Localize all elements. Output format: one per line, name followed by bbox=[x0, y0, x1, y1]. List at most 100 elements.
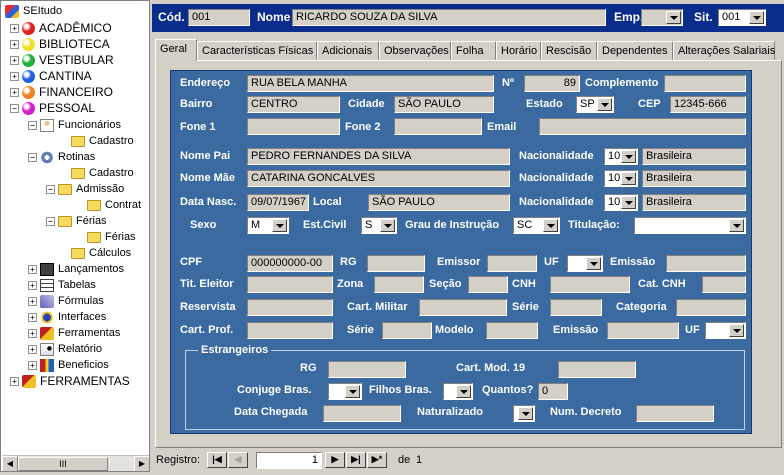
scroll-right-button[interactable]: ▶ bbox=[134, 456, 149, 471]
expand-icon[interactable]: + bbox=[10, 376, 19, 386]
prev-record-button[interactable]: ◀ bbox=[228, 452, 248, 468]
collapse-icon[interactable]: − bbox=[46, 184, 55, 194]
first-record-button[interactable]: |◀ bbox=[207, 452, 227, 468]
collapse-icon[interactable]: − bbox=[28, 152, 37, 162]
nac-mae-select[interactable]: 10 bbox=[604, 170, 638, 187]
tree-node-calculos[interactable]: Cálculos bbox=[71, 245, 131, 261]
collapse-icon[interactable]: − bbox=[46, 216, 55, 226]
tree-node-ferramentas-root[interactable]: + FERRAMENTAS bbox=[10, 373, 130, 389]
tab-4[interactable]: Folha bbox=[451, 41, 496, 60]
chevron-down-icon[interactable] bbox=[345, 385, 360, 398]
serie-field[interactable] bbox=[550, 299, 602, 316]
tab-0[interactable]: Geral bbox=[155, 39, 197, 61]
tree-node-financeiro[interactable]: + FINANCEIRO bbox=[10, 84, 113, 100]
sit-select[interactable]: 001 bbox=[718, 9, 766, 26]
data-chegada-field[interactable] bbox=[323, 405, 401, 422]
tree-node-rotinas[interactable]: − Rotinas bbox=[28, 149, 95, 165]
scroll-thumb[interactable]: III bbox=[18, 457, 108, 471]
chevron-down-icon[interactable] bbox=[666, 11, 681, 24]
tab-1[interactable]: Características Físicas bbox=[197, 41, 317, 60]
tree-node-academico[interactable]: + ACADÊMICO bbox=[10, 20, 112, 36]
modelo-field[interactable] bbox=[486, 322, 538, 339]
secao-field[interactable] bbox=[468, 276, 508, 293]
chevron-down-icon[interactable] bbox=[621, 172, 636, 185]
tree-node-pessoal[interactable]: − PESSOAL bbox=[10, 100, 95, 116]
endereco-field[interactable]: RUA BELA MANHA bbox=[247, 75, 494, 92]
tree-node-cadastro[interactable]: Cadastro bbox=[71, 133, 134, 149]
expand-icon[interactable]: + bbox=[28, 344, 37, 354]
nac-local-name[interactable]: Brasileira bbox=[642, 194, 746, 211]
new-record-button[interactable]: ▶* bbox=[367, 452, 387, 468]
tab-6[interactable]: Rescisão bbox=[541, 41, 597, 60]
cpf-field[interactable]: 000000000-00 bbox=[247, 255, 333, 272]
expand-icon[interactable]: + bbox=[28, 264, 37, 274]
tree-node-relatorio[interactable]: + Relatório bbox=[28, 341, 102, 357]
uf-select[interactable] bbox=[567, 255, 603, 272]
numero-field[interactable]: 89 bbox=[524, 75, 580, 92]
expand-icon[interactable]: + bbox=[10, 55, 19, 65]
nac-pai-name[interactable]: Brasileira bbox=[642, 148, 746, 165]
zona-field[interactable] bbox=[374, 276, 424, 293]
chevron-down-icon[interactable] bbox=[597, 98, 612, 111]
expand-icon[interactable]: + bbox=[28, 328, 37, 338]
expand-icon[interactable]: + bbox=[10, 39, 19, 49]
filhos-select[interactable] bbox=[443, 383, 473, 400]
tree-node-biblioteca[interactable]: + BIBLIOTECA bbox=[10, 36, 110, 52]
chevron-down-icon[interactable] bbox=[586, 257, 601, 270]
tab-5[interactable]: Horário bbox=[496, 41, 541, 60]
chevron-down-icon[interactable] bbox=[518, 407, 533, 420]
num-decreto-field[interactable] bbox=[636, 405, 714, 422]
chevron-down-icon[interactable] bbox=[456, 385, 471, 398]
chevron-down-icon[interactable] bbox=[543, 219, 558, 232]
quantos-field[interactable]: 0 bbox=[538, 383, 568, 400]
rg-field[interactable] bbox=[367, 255, 425, 272]
tab-3[interactable]: Observações bbox=[379, 41, 451, 60]
tab-8[interactable]: Alterações Salariais bbox=[673, 41, 775, 60]
categoria-field[interactable] bbox=[676, 299, 746, 316]
chevron-down-icon[interactable] bbox=[621, 150, 636, 163]
expand-icon[interactable]: + bbox=[28, 312, 37, 322]
naturalizado-select[interactable] bbox=[513, 405, 535, 422]
tab-2[interactable]: Adicionais bbox=[317, 41, 379, 60]
tree-node-rotinas-cadastro[interactable]: Cadastro bbox=[71, 165, 134, 181]
cidade-field[interactable]: SÃO PAULO bbox=[394, 96, 494, 113]
chevron-down-icon[interactable] bbox=[621, 196, 636, 209]
nac-pai-select[interactable]: 10 bbox=[604, 148, 638, 165]
tree-root[interactable]: SEItudo bbox=[5, 3, 62, 19]
tree-node-ferias[interactable]: − Férias bbox=[46, 213, 107, 229]
expand-icon[interactable]: + bbox=[28, 296, 37, 306]
chevron-down-icon[interactable] bbox=[729, 219, 744, 232]
tree-node-tabelas[interactable]: + Tabelas bbox=[28, 277, 96, 293]
fone1-field[interactable] bbox=[247, 118, 340, 135]
emissao-field[interactable] bbox=[666, 255, 746, 272]
collapse-icon[interactable]: − bbox=[10, 103, 19, 113]
complemento-field[interactable] bbox=[664, 75, 746, 92]
conjuge-select[interactable] bbox=[328, 383, 362, 400]
titulacao-select[interactable] bbox=[634, 217, 746, 234]
cart-mod19-field[interactable] bbox=[558, 361, 636, 378]
grau-select[interactable]: SC bbox=[513, 217, 560, 234]
local-field[interactable]: SÃO PAULO bbox=[368, 194, 510, 211]
tree-node-interfaces[interactable]: + Interfaces bbox=[28, 309, 106, 325]
emissao-prof-field[interactable] bbox=[607, 322, 679, 339]
email-field[interactable] bbox=[539, 118, 746, 135]
rg-estr-field[interactable] bbox=[328, 361, 406, 378]
nome-pai-field[interactable]: PEDRO FERNANDES DA SILVA bbox=[247, 148, 510, 165]
chevron-down-icon[interactable] bbox=[729, 324, 744, 337]
collapse-icon[interactable]: − bbox=[28, 120, 37, 130]
expand-icon[interactable]: + bbox=[10, 23, 19, 33]
nome-mae-field[interactable]: CATARINA GONCALVES bbox=[247, 170, 510, 187]
fone2-field[interactable] bbox=[394, 118, 482, 135]
tree-node-ferramentas[interactable]: + Ferramentas bbox=[28, 325, 120, 341]
chevron-down-icon[interactable] bbox=[380, 219, 395, 232]
cart-prof-field[interactable] bbox=[247, 322, 333, 339]
nac-mae-name[interactable]: Brasileira bbox=[642, 170, 746, 187]
scroll-left-button[interactable]: ◀ bbox=[2, 456, 18, 471]
serie-prof-field[interactable] bbox=[382, 322, 432, 339]
tree-node-contrato[interactable]: Contrat bbox=[87, 197, 141, 213]
chevron-down-icon[interactable] bbox=[272, 219, 287, 232]
bairro-field[interactable]: CENTRO bbox=[247, 96, 340, 113]
cart-militar-field[interactable] bbox=[419, 299, 507, 316]
nac-local-select[interactable]: 10 bbox=[604, 194, 638, 211]
tree-node-funcionarios[interactable]: − Funcionários bbox=[28, 117, 121, 133]
